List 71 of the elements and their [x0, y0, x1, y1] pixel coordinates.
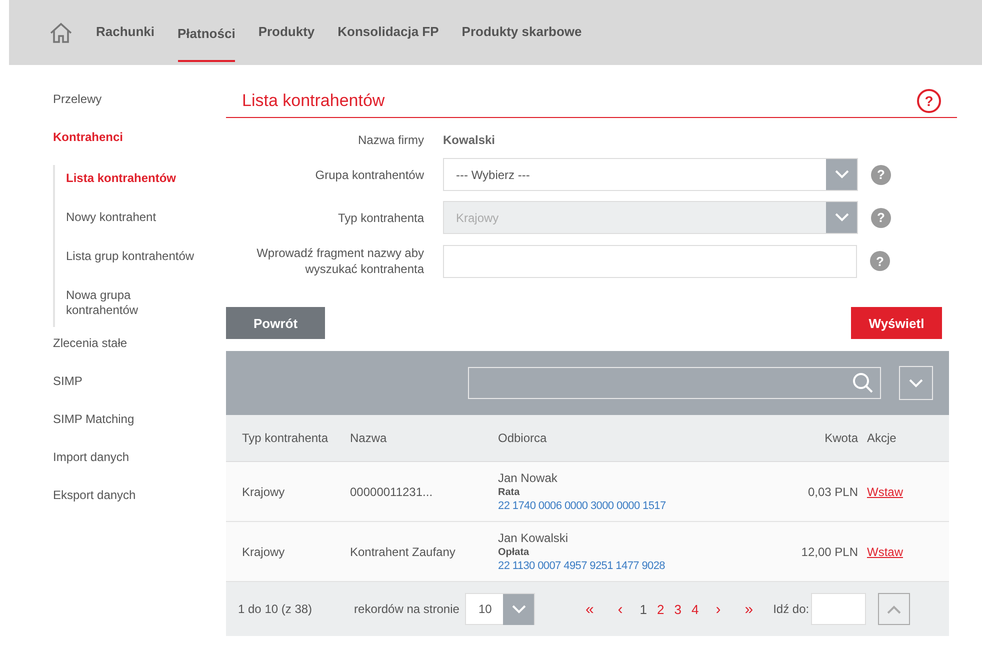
nav-tab[interactable]: Produkty	[258, 22, 315, 44]
page-title: Lista kontrahentów	[242, 91, 385, 111]
field-value: Kowalski	[443, 133, 496, 147]
sidebar-item[interactable]: Import danych	[53, 447, 226, 485]
transfer-title: Rata	[498, 487, 521, 498]
input-field[interactable]	[443, 244, 857, 278]
first-page-link[interactable]: «	[573, 600, 606, 618]
sidebar-item[interactable]: SIMP Matching	[53, 409, 226, 447]
show-button[interactable]: Wyświetl	[851, 307, 942, 339]
page-link[interactable]: 1	[634, 602, 652, 616]
back-button[interactable]: Powrót	[226, 307, 325, 339]
page-link[interactable]: 4	[686, 602, 704, 616]
column-header: Odbiorca	[498, 431, 548, 445]
sidebar-item[interactable]: Kontrahenci	[53, 127, 226, 165]
search-icon	[852, 372, 874, 394]
chevron-down-icon	[834, 213, 848, 222]
page-link[interactable]: 3	[669, 602, 686, 616]
sidebar-subitem[interactable]: Lista grup kontrahentów	[66, 243, 196, 282]
sidebar-item[interactable]: Eksport danych	[53, 485, 226, 523]
column-header: Akcje	[867, 431, 898, 445]
sidebar-item[interactable]: Zlecenia stałe	[53, 333, 226, 371]
column-header: Nazwa	[350, 431, 388, 445]
help-icon[interactable]: ?	[917, 89, 941, 113]
nav-tab[interactable]: Rachunki	[96, 22, 155, 44]
chevron-down-icon	[834, 170, 848, 179]
sidebar-item[interactable]: Przelewy	[53, 89, 226, 127]
sidebar-subitem[interactable]: Lista kontrahentów	[66, 165, 196, 204]
select-field[interactable]: --- Wybierz ---	[443, 158, 858, 191]
transfer-title: Opłata	[498, 547, 530, 558]
sidebar-item[interactable]: SIMP	[53, 371, 226, 409]
chevron-down-icon	[909, 378, 923, 388]
scroll-up-button[interactable]	[878, 593, 910, 625]
chevron-up-icon	[887, 604, 902, 614]
insert-link[interactable]: Wstaw	[867, 484, 903, 498]
table-cell-text: 00000011231...	[350, 484, 434, 498]
field-label: Grupa kontrahentów	[314, 166, 425, 182]
home-icon[interactable]	[49, 22, 73, 44]
sidebar-subitem[interactable]: Nowa grupa kontrahentów	[66, 282, 196, 327]
recipient-name: Jan Kowalski	[498, 531, 570, 545]
records-summary: 1 do 10 (z 38)	[238, 602, 312, 616]
field-label: Wprowadź fragment nazwy aby wyszukać kontrahenta	[256, 245, 425, 277]
nav-tab[interactable]: Produkty skarbowe	[462, 22, 582, 44]
page-link[interactable]: 2	[652, 602, 670, 616]
nav-tab[interactable]: Płatności	[178, 24, 236, 62]
last-page-link[interactable]: »	[732, 600, 766, 618]
insert-link[interactable]: Wstaw	[867, 544, 903, 558]
column-header: Typ kontrahenta	[242, 431, 330, 445]
goto-label: Idź do:	[773, 602, 810, 616]
previous-page-link[interactable]: ‹	[606, 600, 635, 618]
nav-tab[interactable]: Konsolidacja FP	[338, 22, 439, 44]
field-label: Nazwa firmy	[356, 132, 425, 148]
chevron-down-icon	[512, 604, 526, 614]
table-cell-text: 0,03 PLN	[806, 484, 859, 498]
table-cell-text: 12,00 PLN	[800, 544, 859, 558]
recipient-name: Jan Nowak	[498, 471, 558, 485]
table-cell-text: Krajowy	[242, 484, 286, 498]
dropdown-button[interactable]	[899, 366, 933, 400]
help-icon[interactable]: ?	[871, 164, 891, 184]
account-number: 22 1130 0007 4957 9251 1477 9028	[498, 560, 666, 572]
column-header: Kwota	[824, 431, 859, 445]
help-icon[interactable]: ?	[870, 251, 890, 271]
search-field[interactable]	[468, 367, 881, 399]
next-page-link[interactable]: ›	[704, 600, 733, 618]
per-page-label: rekordów na stronie	[354, 602, 460, 616]
per-page-select[interactable]: 10	[465, 593, 536, 625]
goto-field[interactable]	[811, 593, 866, 625]
account-number: 22 1740 0006 0000 3000 0000 1517	[498, 500, 667, 512]
table-cell-text: Krajowy	[242, 544, 286, 558]
sidebar-subitem[interactable]: Nowy kontrahent	[66, 204, 196, 243]
table-cell-text: Kontrahent Zaufany	[350, 544, 456, 558]
field-label: Typ kontrahenta	[336, 210, 425, 226]
